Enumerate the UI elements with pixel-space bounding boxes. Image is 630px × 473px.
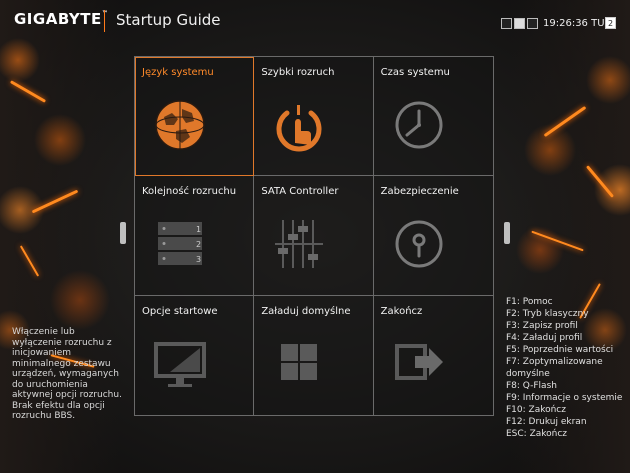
- drive-number-1: 1: [196, 225, 201, 234]
- tile-label: Zabezpieczenie: [380, 186, 459, 198]
- help-line: minimalnego zestawu: [12, 358, 111, 369]
- tile-label: Szybki rozruch: [261, 67, 335, 78]
- drive-order-icon: 1 2 3: [158, 222, 202, 266]
- tile-exit[interactable]: Zakończ: [373, 295, 493, 415]
- exit-icon: [394, 343, 443, 380]
- scroll-right-handle[interactable]: [504, 222, 510, 244]
- tile-security[interactable]: Zabezpieczenie: [373, 176, 493, 296]
- help-line: Brak efektu dla opcji: [12, 400, 105, 411]
- help-line: wyłączenie rozruchu z: [12, 337, 112, 348]
- hotkey-esc-exit[interactable]: ESC: Zakończ: [506, 428, 630, 440]
- tile-load-defaults[interactable]: Załaduj domyślne: [254, 295, 374, 415]
- header-divider: [104, 10, 105, 32]
- monitor-icon: [154, 341, 206, 387]
- hotkey-system-info[interactable]: F9: Informacje o systemie: [506, 392, 630, 404]
- brand-logo: GIGABYTE™: [14, 10, 108, 28]
- brand-name: GIGABYTE: [14, 10, 102, 28]
- help-line: urządzeń, wymaganych: [12, 369, 119, 379]
- tile-system-time[interactable]: Czas systemu: [373, 57, 493, 177]
- sliders-icon: [275, 220, 324, 269]
- tile-label: Kolejność rozruchu: [142, 186, 237, 198]
- hotkey-exit[interactable]: F10: Zakończ: [506, 404, 630, 416]
- hotkey-load-profile[interactable]: F4: Załaduj profil: [506, 332, 630, 344]
- clock-icon: [395, 101, 443, 149]
- scroll-left-handle[interactable]: [120, 222, 126, 244]
- help-line: aktywnej opcji rozruchu.: [12, 390, 122, 400]
- brand-trademark: ™: [101, 10, 109, 17]
- tile-sata-controller[interactable]: SATA Controller: [254, 176, 374, 296]
- view-mode-switcher: [501, 18, 538, 29]
- hotkey-q-flash[interactable]: F8: Q-Flash: [506, 380, 630, 392]
- system-clock: 19:26:36 TUE: [543, 18, 611, 29]
- window-icon[interactable]: [527, 18, 538, 29]
- hotkey-classic-mode[interactable]: F2: Tryb klasyczny: [506, 308, 630, 320]
- tile-label: SATA Controller: [261, 186, 339, 198]
- tile-label: Opcje startowe: [142, 305, 218, 317]
- help-line: rozruchu BBS.: [12, 411, 76, 421]
- hotkey-previous-values[interactable]: F5: Poprzednie wartości: [506, 344, 630, 356]
- tile-fast-boot[interactable]: Szybki rozruch: [254, 57, 374, 177]
- drive-number-2: 2: [196, 240, 201, 249]
- tile-system-language[interactable]: Język systemu: [135, 57, 255, 177]
- tile-label: Zakończ: [380, 305, 423, 317]
- windows-grid-icon: [281, 343, 318, 380]
- tile-boot-options[interactable]: Opcje startowe: [135, 295, 255, 415]
- help-line: inicjowaniem: [12, 348, 72, 358]
- lock-icon: [395, 220, 443, 268]
- screenshot-icon[interactable]: [501, 18, 512, 29]
- hotkey-save-profile[interactable]: F3: Zapisz profil: [506, 320, 630, 332]
- tile-label: Język systemu: [142, 67, 214, 78]
- page-title: Startup Guide: [116, 11, 221, 29]
- hotkey-optimized-defaults[interactable]: F7: Zoptymalizowane: [506, 356, 630, 368]
- hotkey-help[interactable]: F1: Pomoc: [506, 296, 630, 308]
- hotkey-legend: F1: Pomoc F2: Tryb klasyczny F3: Zapisz …: [506, 296, 630, 440]
- help-line: do uruchomienia: [12, 379, 88, 390]
- startup-guide-grid: Język systemu Szybki rozruch Czas system…: [134, 56, 494, 416]
- globe-icon: [155, 100, 205, 150]
- drive-number-3: 3: [196, 255, 201, 264]
- power-touch-icon: [276, 105, 322, 152]
- help-line: Włączenie lub: [12, 327, 75, 337]
- calendar-day-badge: 2: [605, 17, 616, 29]
- hotkey-print-screen[interactable]: F12: Drukuj ekran: [506, 416, 630, 428]
- tile-boot-order[interactable]: Kolejność rozruchu 1 2 3: [135, 176, 255, 296]
- grid-view-icon[interactable]: [514, 18, 525, 29]
- hotkey-optimized-defaults-cont: domyślne: [506, 369, 550, 379]
- help-description: Włączenie lub wyłączenie rozruchu z inic…: [12, 327, 132, 422]
- tile-label: Załaduj domyślne: [261, 305, 351, 317]
- header: GIGABYTE™ Startup Guide 19:26:36 TUE 2: [0, 0, 630, 42]
- tile-label: Czas systemu: [380, 67, 450, 78]
